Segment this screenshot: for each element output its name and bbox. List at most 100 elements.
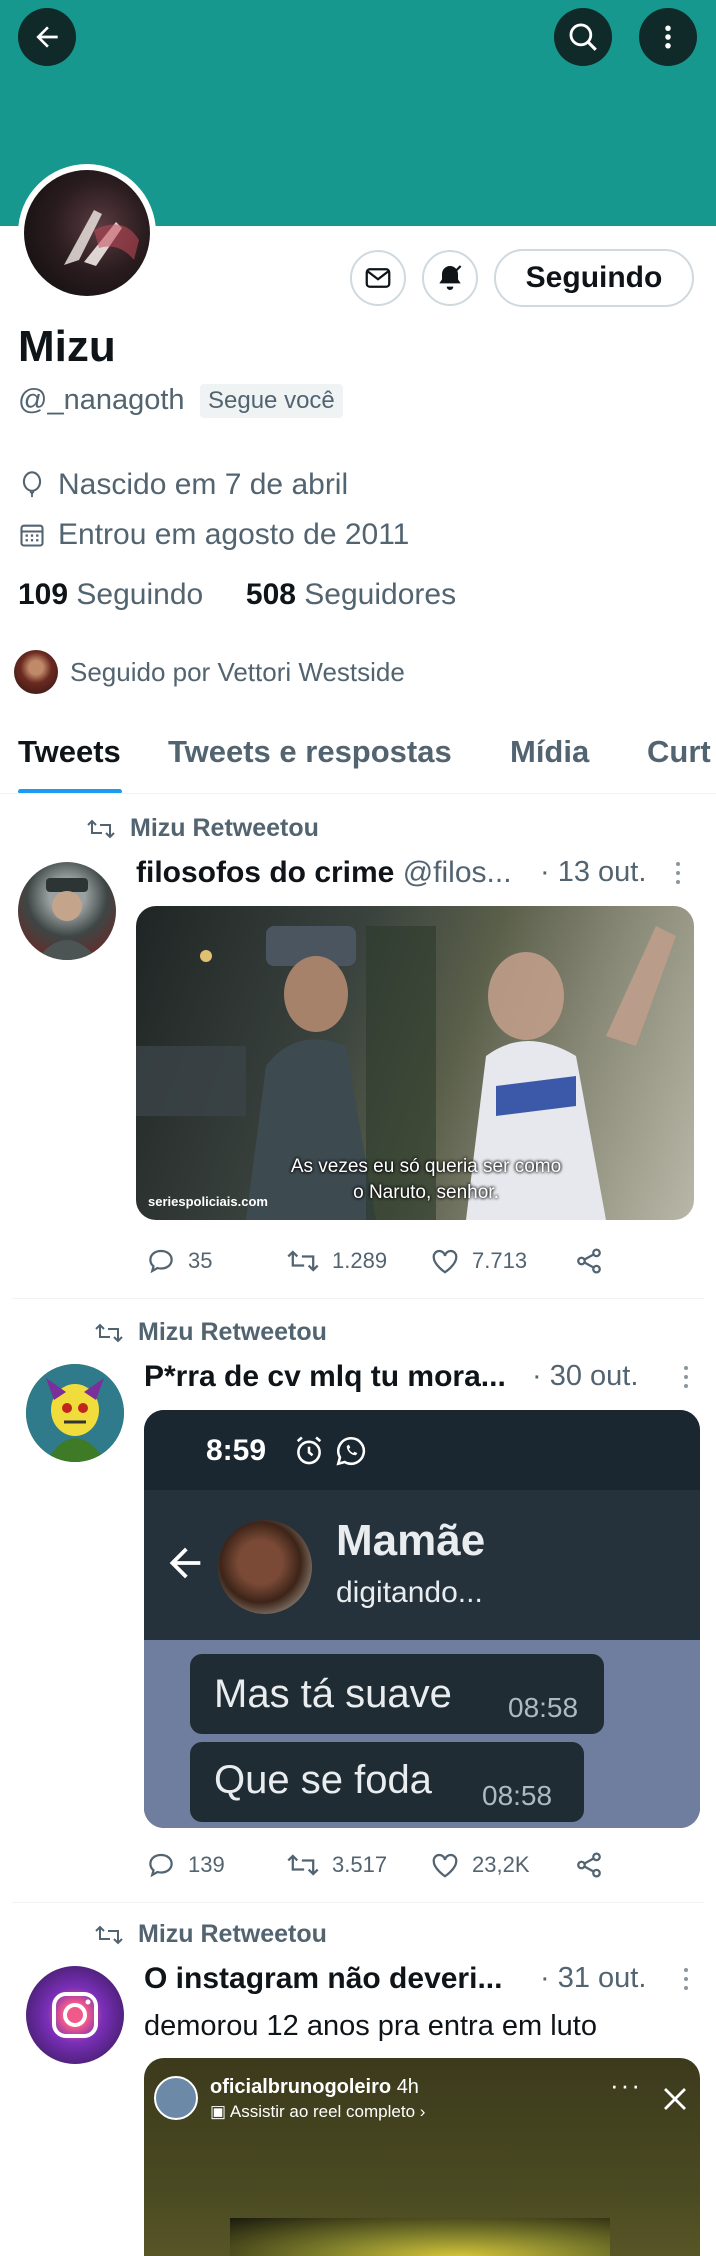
- tab-media[interactable]: Mídia: [510, 734, 589, 770]
- like-action[interactable]: 23,2K: [430, 1851, 574, 1879]
- tweet-header: P*rra de cv mlq tu mora...: [144, 1360, 506, 1394]
- following-button[interactable]: Seguindo: [494, 249, 694, 307]
- tweet-date[interactable]: · 13 out.: [540, 856, 646, 889]
- following-label: Seguindo: [76, 578, 204, 611]
- tab-tweets[interactable]: Tweets: [18, 734, 121, 770]
- subtitle-line-2: o Naruto, senhor.: [353, 1182, 499, 1203]
- message-text: Mas tá suave: [214, 1672, 452, 1716]
- alarm-icon: [296, 1436, 322, 1465]
- reel-cta-row[interactable]: ▣ Assistir ao reel completo ›: [210, 2102, 425, 2122]
- retweet-action[interactable]: 3.517: [286, 1851, 430, 1879]
- joined-row: Entrou em agosto de 2011: [18, 518, 409, 552]
- share-action[interactable]: [574, 1850, 604, 1880]
- author-handle[interactable]: @filos...: [403, 856, 512, 889]
- birthday-row: Nascido em 7 de abril: [18, 468, 348, 502]
- tweet-header: O instagram não deveri...: [144, 1962, 502, 1996]
- followed-by-row[interactable]: Seguido por Vettori Westside: [14, 650, 405, 694]
- author-name[interactable]: P*rra de cv mlq tu mora...: [144, 1360, 506, 1393]
- retweet-icon: [87, 819, 115, 838]
- subtitle-line-1: As vezes eu só queria ser como: [290, 1156, 562, 1177]
- author-avatar[interactable]: [26, 1966, 124, 2064]
- whatsapp-icon: [336, 1436, 366, 1466]
- retweet-count: 3.517: [332, 1852, 388, 1877]
- tweet-video[interactable]: As vezes eu só queria ser como o Naruto,…: [136, 906, 694, 1220]
- message-text: Que se foda: [214, 1758, 432, 1802]
- share-icon: [577, 1852, 601, 1878]
- tweet-more-icon[interactable]: [676, 862, 682, 889]
- more-vertical-icon: [665, 25, 671, 49]
- tweet-header: filosofos do crime @filos...: [136, 856, 512, 890]
- message-time: 08:58: [508, 1692, 579, 1723]
- retweet-icon: [287, 1250, 319, 1272]
- search-icon: [569, 23, 597, 51]
- phone-status-bar: 8:59: [144, 1410, 700, 1490]
- reel-more-icon[interactable]: ···: [610, 2070, 642, 2101]
- following-stat[interactable]: 109 Seguindo: [18, 578, 203, 611]
- followers-label: Seguidores: [304, 578, 457, 611]
- tweet-divider: [12, 1298, 704, 1299]
- follower-avatar: [14, 650, 58, 694]
- bell-check-icon: [439, 265, 462, 290]
- followed-by-text: Seguido por Vettori Westside: [70, 656, 405, 687]
- balloon-icon: [22, 471, 42, 498]
- profile-tabs: Tweets Tweets e respostas Mídia Curt: [0, 728, 716, 794]
- reel-cta: Assistir ao reel completo ›: [229, 2102, 426, 2121]
- followers-stat[interactable]: 508 Seguidores: [246, 578, 456, 611]
- tab-likes[interactable]: Curt: [647, 734, 711, 770]
- close-icon[interactable]: [660, 2084, 690, 2114]
- retweet-label-text: Mizu Retweetou: [130, 814, 319, 842]
- share-icon: [577, 1248, 601, 1274]
- author-name[interactable]: O instagram não deveri...: [144, 1962, 502, 1995]
- retweet-icon: [287, 1854, 319, 1876]
- reply-action[interactable]: 139: [146, 1850, 286, 1880]
- more-options-button[interactable]: [639, 8, 697, 66]
- reply-action[interactable]: 35: [146, 1246, 286, 1276]
- back-button[interactable]: [18, 8, 76, 66]
- tweet-reel-preview[interactable]: oficialbrunogoleiro 4h ▣ Assistir ao ree…: [144, 2058, 700, 2256]
- like-action[interactable]: 7.713: [430, 1247, 574, 1275]
- share-action[interactable]: [574, 1246, 604, 1276]
- search-button[interactable]: [554, 8, 612, 66]
- tweet-more-icon[interactable]: [684, 1968, 690, 1995]
- arrow-left-icon[interactable]: [162, 1540, 208, 1586]
- followers-count: 508: [245, 578, 296, 611]
- follows-you-badge: Segue você: [200, 384, 343, 418]
- chat-body: Mas tá suave 08:58 Que se foda 08:58: [144, 1640, 700, 1828]
- retweet-label: Mizu Retweetou: [94, 1920, 327, 1949]
- notifications-button[interactable]: [422, 250, 478, 306]
- tweet-date[interactable]: · 30 out.: [532, 1360, 638, 1393]
- retweet-icon: [95, 1323, 123, 1342]
- like-count: 7.713: [472, 1248, 528, 1273]
- mail-icon: [365, 268, 391, 288]
- tweet-more-icon[interactable]: [684, 1366, 690, 1393]
- arrow-left-icon: [36, 26, 58, 48]
- profile-handle: @_nanagoth: [18, 384, 185, 416]
- tweet-divider: [12, 1902, 704, 1903]
- chat-header: Mamãe digitando...: [144, 1490, 700, 1640]
- following-count: 109: [18, 578, 69, 611]
- contact-name: Mamãe: [336, 1516, 486, 1565]
- retweet-icon: [95, 1925, 123, 1944]
- reel-video-frame: [230, 2218, 610, 2256]
- tab-tweets-replies[interactable]: Tweets e respostas: [168, 734, 452, 770]
- contact-status: digitando...: [336, 1576, 483, 1609]
- reel-age: 4h: [396, 2076, 419, 2098]
- message-button[interactable]: [350, 250, 406, 306]
- author-avatar[interactable]: [26, 1364, 124, 1462]
- retweet-count: 1.289: [332, 1248, 388, 1273]
- author-name[interactable]: filosofos do crime: [136, 856, 394, 889]
- tweet-image[interactable]: 8:59 Mamãe digitando... Mas tá suave 08:…: [144, 1410, 700, 1828]
- retweet-action[interactable]: 1.289: [286, 1247, 430, 1275]
- tweet-date[interactable]: · 31 out.: [540, 1962, 646, 1995]
- tweet-text: demorou 12 anos pra entra em luto: [144, 2010, 597, 2042]
- birthday-text: Nascido em 7 de abril: [58, 468, 349, 501]
- calendar-icon: [20, 524, 44, 547]
- phone-time: 8:59: [206, 1434, 267, 1467]
- author-avatar[interactable]: [18, 862, 116, 960]
- reel-account: oficialbrunogoleiro 4h: [210, 2076, 419, 2099]
- reply-count: 35: [188, 1248, 213, 1273]
- profile-avatar[interactable]: [18, 164, 156, 302]
- video-subtitle: As vezes eu só queria ser como o Naruto,…: [276, 1154, 576, 1206]
- retweet-label: Mizu Retweetou: [94, 1318, 327, 1347]
- profile-name: Mizu: [18, 322, 116, 371]
